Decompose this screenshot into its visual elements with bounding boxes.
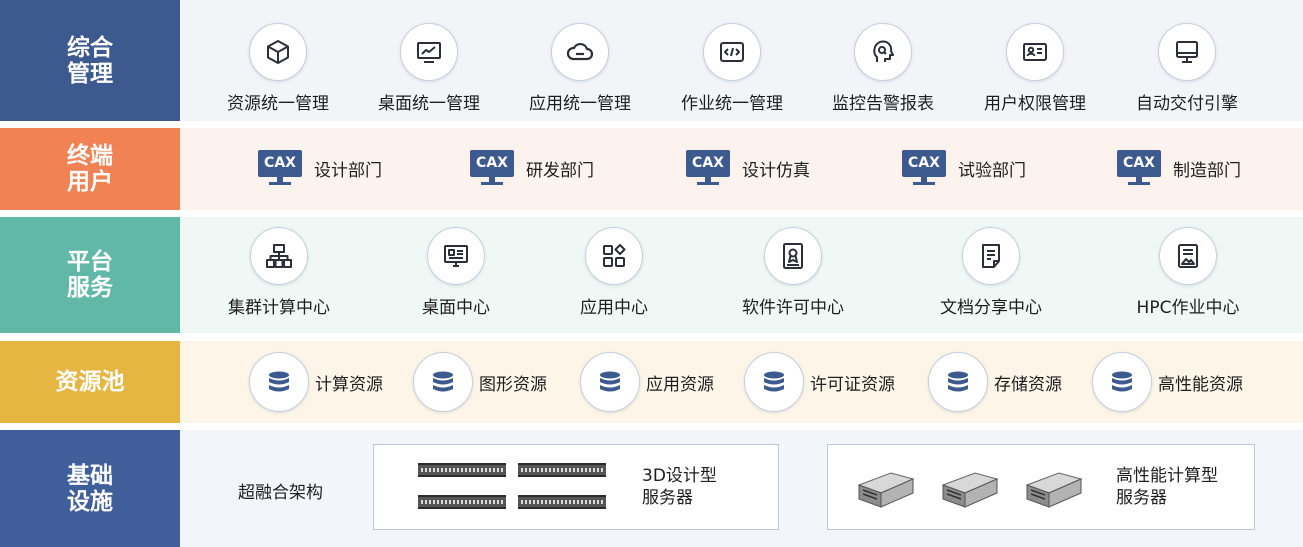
mgmt-label: 应用统一管理 bbox=[529, 94, 631, 114]
database-icon bbox=[413, 352, 473, 412]
user-dept-label: 研发部门 bbox=[526, 160, 594, 181]
server-hpc-box: 高性能计算型 服务器 bbox=[827, 444, 1255, 530]
mgmt-item-permission: 用户权限管理 bbox=[965, 23, 1105, 114]
database-icon bbox=[249, 352, 309, 412]
mgmt-item-delivery: 自动交付引擎 bbox=[1117, 23, 1257, 114]
cloud-icon bbox=[551, 23, 609, 81]
server-3d-label: 3D设计型 服务器 bbox=[642, 466, 717, 508]
end-users-panel: CAX 设计部门 CAX 研发部门 CAX 设计仿真 CAX 试验部门 CAX … bbox=[180, 128, 1303, 210]
cax-monitor-icon: CAX bbox=[258, 150, 302, 186]
blade-server-icon bbox=[941, 472, 999, 508]
pool-item: 计算资源 bbox=[249, 352, 383, 412]
row-label-infrastructure: 基础设施 bbox=[0, 430, 180, 547]
pool-item: 图形资源 bbox=[413, 352, 547, 412]
mgmt-label: 作业统一管理 bbox=[681, 94, 783, 114]
resource-pool-panel: 计算资源 图形资源 应用资源 许可证资源 存储资源 高性能资源 bbox=[180, 341, 1303, 423]
row-infrastructure: 基础设施 超融合架构 3D设计型 服务器 高性能计算型 服务器 bbox=[0, 430, 1303, 547]
cax-monitor-icon: CAX bbox=[902, 150, 946, 186]
user-dept-label: 试验部门 bbox=[958, 160, 1026, 181]
license-icon bbox=[764, 227, 822, 285]
svc-item-desktop: 桌面中心 bbox=[376, 227, 536, 318]
pool-item: 存储资源 bbox=[928, 352, 1062, 412]
pool-label: 存储资源 bbox=[994, 374, 1062, 395]
svc-label: 集群计算中心 bbox=[228, 298, 330, 318]
user-dept-item: CAX 研发部门 bbox=[470, 150, 594, 186]
cluster-icon bbox=[250, 227, 308, 285]
head-search-icon bbox=[854, 23, 912, 81]
user-dept-item: CAX 试验部门 bbox=[902, 150, 1026, 186]
database-icon bbox=[744, 352, 804, 412]
row-platform: 平台服务 集群计算中心 桌面中心 应用中心 软件许可中心 文档分享中心 HPC作… bbox=[0, 217, 1303, 333]
mgmt-label: 资源统一管理 bbox=[227, 94, 329, 114]
document-icon bbox=[962, 227, 1020, 285]
cax-monitor-icon: CAX bbox=[470, 150, 514, 186]
user-dept-label: 制造部门 bbox=[1173, 160, 1241, 181]
database-icon bbox=[1092, 352, 1152, 412]
row-label-platform: 平台服务 bbox=[0, 217, 180, 333]
desktop-panel-icon bbox=[427, 227, 485, 285]
row-end-users: 终端用户 CAX 设计部门 CAX 研发部门 CAX 设计仿真 CAX 试验部门… bbox=[0, 128, 1303, 210]
rack-server-icon bbox=[418, 495, 506, 509]
code-window-icon bbox=[703, 23, 761, 81]
svc-label: 文档分享中心 bbox=[940, 298, 1042, 318]
monitor-chart-icon bbox=[400, 23, 458, 81]
mgmt-label: 用户权限管理 bbox=[984, 94, 1086, 114]
user-dept-label: 设计仿真 bbox=[742, 160, 810, 181]
desktop-icon bbox=[1158, 23, 1216, 81]
mgmt-label: 监控告警报表 bbox=[832, 94, 934, 114]
cube-icon bbox=[249, 23, 307, 81]
mgmt-item-monitor: 监控告警报表 bbox=[813, 23, 953, 114]
cax-monitor-icon: CAX bbox=[1117, 150, 1161, 186]
svc-item-cluster: 集群计算中心 bbox=[199, 227, 359, 318]
mgmt-item-app: 应用统一管理 bbox=[510, 23, 650, 114]
server-hpc-label: 高性能计算型 服务器 bbox=[1116, 466, 1218, 508]
pool-label: 许可证资源 bbox=[810, 374, 895, 395]
mgmt-label: 桌面统一管理 bbox=[378, 94, 480, 114]
user-dept-label: 设计部门 bbox=[314, 160, 382, 181]
svc-label: 桌面中心 bbox=[422, 298, 490, 318]
row-label-resource-pool: 资源池 bbox=[0, 341, 180, 423]
svc-label: HPC作业中心 bbox=[1136, 298, 1240, 318]
database-icon bbox=[928, 352, 988, 412]
rack-server-icon bbox=[418, 463, 506, 477]
infrastructure-panel: 超融合架构 3D设计型 服务器 高性能计算型 服务器 bbox=[180, 430, 1303, 547]
mgmt-item-resource: 资源统一管理 bbox=[208, 23, 348, 114]
pool-item: 应用资源 bbox=[580, 352, 714, 412]
blade-server-icon bbox=[857, 472, 915, 508]
svc-label: 软件许可中心 bbox=[742, 298, 844, 318]
user-dept-item: CAX 设计部门 bbox=[258, 150, 382, 186]
rack-server-icon bbox=[518, 463, 606, 477]
database-icon bbox=[580, 352, 640, 412]
row-management: 综合管理 资源统一管理 桌面统一管理 应用统一管理 作业统一管理 监控告警报表 … bbox=[0, 0, 1303, 121]
mgmt-item-job: 作业统一管理 bbox=[662, 23, 802, 114]
platform-panel: 集群计算中心 桌面中心 应用中心 软件许可中心 文档分享中心 HPC作业中心 bbox=[180, 217, 1303, 333]
pool-label: 图形资源 bbox=[479, 374, 547, 395]
pool-item: 许可证资源 bbox=[744, 352, 895, 412]
management-panel: 资源统一管理 桌面统一管理 应用统一管理 作业统一管理 监控告警报表 用户权限管… bbox=[180, 0, 1303, 121]
blade-server-icon bbox=[1025, 472, 1083, 508]
architecture-label: 超融合架构 bbox=[238, 483, 323, 503]
id-card-icon bbox=[1006, 23, 1064, 81]
pool-label: 计算资源 bbox=[315, 374, 383, 395]
pool-label: 高性能资源 bbox=[1158, 374, 1243, 395]
mgmt-item-desktop: 桌面统一管理 bbox=[359, 23, 499, 114]
user-dept-item: CAX 设计仿真 bbox=[686, 150, 810, 186]
hpc-job-icon bbox=[1159, 227, 1217, 285]
row-resource-pool: 资源池 计算资源 图形资源 应用资源 许可证资源 存储资源 高性能资源 bbox=[0, 341, 1303, 423]
mgmt-label: 自动交付引擎 bbox=[1136, 94, 1238, 114]
svc-item-apps: 应用中心 bbox=[534, 227, 694, 318]
pool-label: 应用资源 bbox=[646, 374, 714, 395]
apps-grid-icon bbox=[585, 227, 643, 285]
row-label-management: 综合管理 bbox=[0, 0, 180, 121]
row-label-end-users: 终端用户 bbox=[0, 128, 180, 210]
rack-server-icon bbox=[518, 495, 606, 509]
svc-item-docs: 文档分享中心 bbox=[911, 227, 1071, 318]
server-3d-box: 3D设计型 服务器 bbox=[373, 444, 779, 530]
svc-item-hpc: HPC作业中心 bbox=[1108, 227, 1268, 318]
pool-item: 高性能资源 bbox=[1092, 352, 1243, 412]
svc-label: 应用中心 bbox=[580, 298, 648, 318]
cax-monitor-icon: CAX bbox=[686, 150, 730, 186]
svc-item-license: 软件许可中心 bbox=[713, 227, 873, 318]
user-dept-item: CAX 制造部门 bbox=[1117, 150, 1241, 186]
